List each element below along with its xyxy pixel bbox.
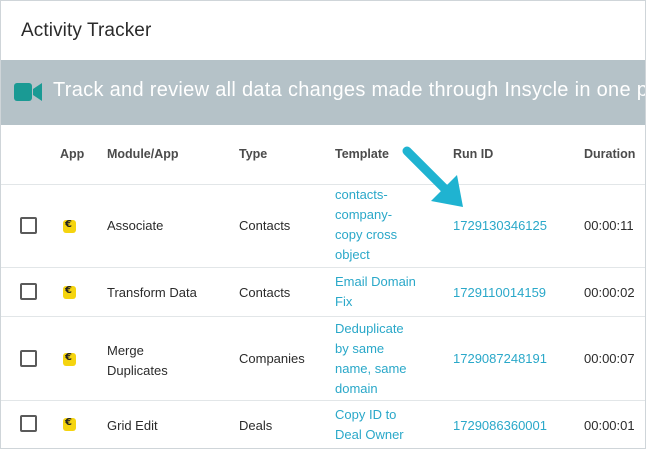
column-header-app[interactable]: App xyxy=(60,147,84,161)
info-banner: Track and review all data changes made t… xyxy=(1,60,646,125)
column-header-template[interactable]: Template xyxy=(335,147,389,161)
module-cell: Associate xyxy=(107,218,164,233)
duration-cell: 00:00:02 xyxy=(584,285,635,300)
hubspot-app-icon xyxy=(63,285,76,299)
run-id-link[interactable]: 1729110014159 xyxy=(453,285,546,300)
module-cell: Transform Data xyxy=(107,285,197,300)
table-row[interactable]: Grid Edit Deals Copy ID to Deal Owner 17… xyxy=(1,401,645,448)
table-row[interactable]: Transform Data Contacts Email Domain Fix… xyxy=(1,268,645,317)
column-header-type[interactable]: Type xyxy=(239,147,267,161)
module-cell: Grid Edit xyxy=(107,418,158,433)
type-cell: Deals xyxy=(239,418,273,433)
duration-cell: 00:00:01 xyxy=(584,418,635,433)
template-link[interactable]: Deduplicate by same name, same domain xyxy=(335,319,425,399)
template-link[interactable]: Copy ID to Deal Owner xyxy=(335,405,425,445)
pointer-arrow-icon xyxy=(402,146,463,207)
table-row[interactable]: Associate Contacts contacts- company- co… xyxy=(1,185,645,268)
hubspot-app-icon xyxy=(63,352,76,366)
duration-cell: 00:00:07 xyxy=(584,351,635,366)
type-cell: Contacts xyxy=(239,285,291,300)
row-select-checkbox[interactable] xyxy=(20,283,37,300)
duration-cell: 00:00:11 xyxy=(584,218,634,233)
type-cell: Companies xyxy=(239,351,305,366)
row-select-checkbox[interactable] xyxy=(20,350,37,367)
banner-text: Track and review all data changes made t… xyxy=(53,79,646,101)
table-header: App Module/App Type Template Run ID Dura… xyxy=(1,125,645,185)
page-title: Activity Tracker xyxy=(21,20,152,41)
row-select-checkbox[interactable] xyxy=(20,217,37,234)
activity-tracker-panel: Activity Tracker Track and review all da… xyxy=(0,0,646,449)
video-camera-icon xyxy=(14,83,42,101)
module-cell: Merge Duplicates xyxy=(107,343,168,378)
hubspot-app-icon xyxy=(63,417,76,431)
row-select-checkbox[interactable] xyxy=(20,415,37,432)
column-header-duration[interactable]: Duration xyxy=(584,147,635,161)
template-link[interactable]: Email Domain Fix xyxy=(335,272,425,312)
run-id-link[interactable]: 1729087248191 xyxy=(453,351,547,366)
column-header-module[interactable]: Module/App xyxy=(107,147,179,161)
hubspot-app-icon xyxy=(63,219,76,233)
run-id-link[interactable]: 1729086360001 xyxy=(453,418,547,433)
type-cell: Contacts xyxy=(239,218,291,233)
table-row[interactable]: Merge Duplicates Companies Deduplicate b… xyxy=(1,317,645,401)
title-bar: Activity Tracker xyxy=(1,1,645,60)
